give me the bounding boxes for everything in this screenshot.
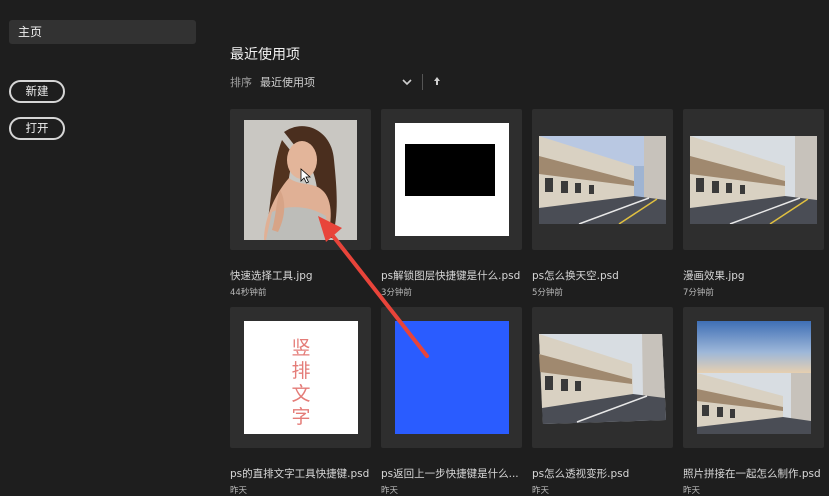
file-card[interactable] — [532, 307, 673, 448]
vertical-text-char: 竖 — [291, 337, 311, 359]
vertical-text-char: 文 — [291, 383, 311, 405]
file-time: 44秒钟前 — [230, 288, 267, 298]
file-card[interactable] — [381, 307, 522, 448]
file-name[interactable]: ps解锁图层快捷键是什么.psd — [381, 268, 520, 283]
file-name[interactable]: 照片拼接在一起怎么制作.psd — [683, 466, 821, 481]
chevron-down-icon[interactable] — [400, 75, 414, 89]
file-time: 5分钟前 — [532, 288, 563, 298]
file-name[interactable]: 漫画效果.jpg — [683, 268, 745, 283]
vertical-text-thumbnail: 竖 排 文 字 — [244, 321, 358, 434]
divider — [422, 74, 423, 90]
file-card[interactable] — [683, 307, 824, 448]
new-button[interactable]: 新建 — [9, 80, 65, 103]
file-card[interactable] — [532, 109, 673, 250]
file-name[interactable]: ps怎么透视变形.psd — [532, 466, 629, 481]
open-button[interactable]: 打开 — [9, 117, 65, 140]
street-photo-thumbnail — [539, 136, 666, 224]
vertical-text-preview: 竖 排 文 字 — [244, 337, 358, 429]
sort-direction-up-icon[interactable] — [433, 76, 441, 89]
file-time: 7分钟前 — [683, 288, 714, 298]
sort-label: 排序 — [230, 76, 252, 89]
file-time: 昨天 — [683, 486, 701, 496]
file-time: 3分钟前 — [381, 288, 412, 298]
file-name[interactable]: 快速选择工具.jpg — [230, 268, 313, 283]
collage-thumbnail — [697, 321, 811, 434]
mouse-cursor-icon — [300, 168, 312, 184]
perspective-street-thumbnail — [537, 332, 668, 424]
file-time: 昨天 — [532, 486, 550, 496]
file-name[interactable]: ps的直排文字工具快捷键.psd — [230, 466, 369, 481]
vertical-text-char: 排 — [291, 360, 311, 382]
page-title: 最近使用项 — [230, 47, 300, 63]
sidebar: 主页 新建 打开 — [0, 0, 210, 496]
sidebar-item-home[interactable]: 主页 — [9, 20, 196, 44]
file-time: 昨天 — [381, 486, 399, 496]
street-photo-thumbnail — [690, 136, 817, 224]
file-time: 昨天 — [230, 486, 248, 496]
file-name[interactable]: ps返回上一步快捷键是什么... — [381, 466, 519, 481]
file-name[interactable]: ps怎么换天空.psd — [532, 268, 619, 283]
file-card[interactable] — [683, 109, 824, 250]
blue-square-thumbnail — [395, 321, 509, 434]
sort-dropdown[interactable]: 最近使用项 — [260, 74, 400, 90]
file-card[interactable] — [381, 109, 522, 250]
black-rectangle-thumbnail — [395, 123, 509, 236]
sort-row: 排序 最近使用项 — [230, 73, 441, 91]
file-card[interactable]: 竖 排 文 字 — [230, 307, 371, 448]
vertical-text-char: 字 — [291, 406, 311, 428]
